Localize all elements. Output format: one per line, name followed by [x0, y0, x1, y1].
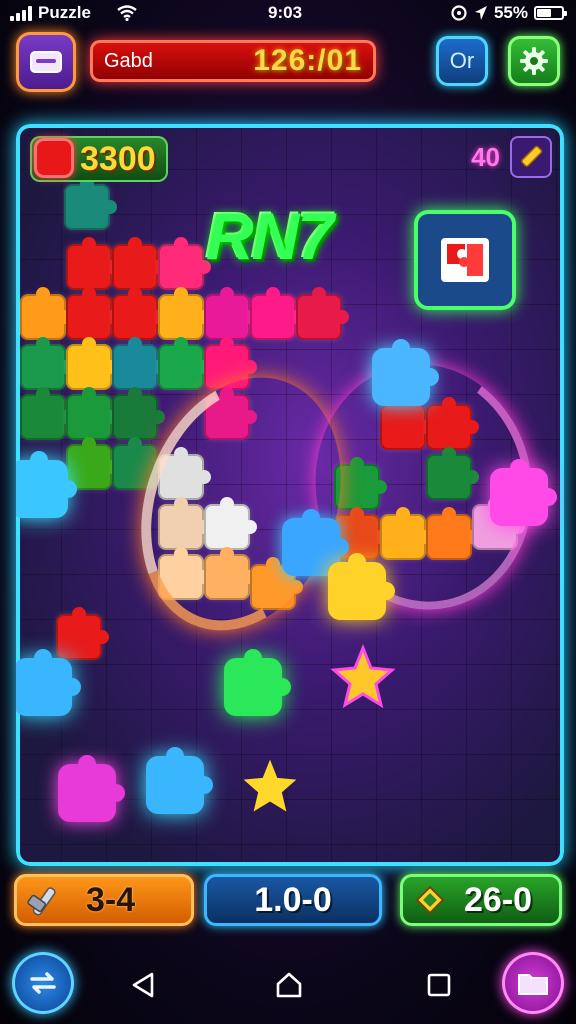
star-piece[interactable] — [330, 644, 396, 710]
puzzle-tile[interactable] — [250, 287, 303, 340]
signal-icon — [10, 5, 32, 21]
back-icon — [132, 972, 154, 998]
loose-piece[interactable] — [224, 649, 291, 716]
battery-icon — [534, 6, 567, 20]
puzzle-tile[interactable] — [20, 387, 73, 440]
folder-icon — [518, 974, 548, 995]
hint-label: Or — [449, 48, 475, 73]
carrier-label: Puzzle — [38, 3, 91, 22]
loose-piece[interactable] — [16, 451, 77, 518]
puzzle-tile[interactable] — [204, 287, 257, 340]
hint-button[interactable]: Or — [436, 36, 488, 86]
puzzle-tile[interactable] — [112, 237, 165, 290]
time-stat: 1.0-0 — [204, 874, 382, 926]
puzzle-piece-icon — [441, 238, 489, 282]
loose-piece[interactable] — [372, 339, 439, 406]
hammer-icon — [22, 878, 66, 922]
gem-value: 26-0 — [464, 880, 533, 919]
gem-icon — [408, 878, 452, 922]
puzzle-tile[interactable] — [66, 337, 119, 390]
puzzle-tile[interactable] — [66, 237, 119, 290]
home-icon — [276, 972, 302, 998]
menu-card-icon — [30, 51, 62, 73]
puzzle-tile[interactable] — [20, 287, 73, 340]
status-bar: Puzzle 9:03 55% — [0, 0, 576, 26]
moves-counter: 40 — [471, 136, 552, 178]
time-value: 1.0-0 — [254, 880, 332, 919]
menu-button[interactable] — [16, 32, 76, 92]
moves-value: 40 — [471, 141, 500, 172]
status-left: Puzzle — [10, 3, 137, 23]
puzzle-board[interactable]: 3300 40 RN7 — [16, 124, 564, 866]
puzzle-tile[interactable] — [66, 387, 119, 440]
level-banner: Gabd 126:/01 — [90, 40, 376, 82]
nav-back-button[interactable] — [128, 970, 158, 1000]
gold-bar-icon — [521, 145, 543, 167]
puzzle-tile[interactable] — [158, 237, 211, 290]
piece-preview[interactable] — [414, 210, 516, 310]
nav-home-button[interactable] — [274, 970, 304, 1000]
coins-value: 3300 — [80, 139, 156, 178]
puzzle-tile[interactable] — [112, 287, 165, 340]
loose-piece[interactable] — [16, 649, 81, 716]
battery-percent: 55% — [493, 3, 528, 22]
hammer-stat[interactable]: 3-4 — [14, 874, 194, 926]
recent-apps-icon — [427, 973, 451, 997]
coins-counter: 3300 — [30, 136, 168, 182]
gold-bar-button[interactable] — [510, 136, 552, 178]
swap-button[interactable] — [12, 952, 74, 1014]
game-screen: Puzzle 9:03 55% Gabd 126:/01 Or 3300 40 … — [0, 0, 576, 1024]
battery-fill — [537, 9, 552, 17]
settings-button[interactable] — [508, 36, 560, 86]
puzzle-tile[interactable] — [66, 287, 119, 340]
puzzle-tile[interactable] — [296, 287, 349, 340]
loose-piece[interactable] — [58, 755, 125, 822]
puzzle-tile[interactable] — [158, 337, 211, 390]
combo-text: RN7 — [206, 199, 334, 273]
puzzle-tile[interactable] — [64, 177, 117, 230]
puzzle-tile[interactable] — [112, 387, 165, 440]
puzzle-tile[interactable] — [20, 337, 73, 390]
nav-recent-button[interactable] — [424, 970, 454, 1000]
banner-value: 126:/01 — [253, 44, 362, 77]
loose-piece[interactable] — [146, 747, 213, 814]
puzzle-tile[interactable] — [158, 287, 211, 340]
sync-icon — [451, 5, 467, 21]
puzzle-tile[interactable] — [56, 607, 109, 660]
wifi-icon — [117, 5, 137, 21]
folder-button[interactable] — [502, 952, 564, 1014]
swap-icon — [30, 972, 56, 994]
star-piece[interactable] — [240, 756, 300, 816]
status-right: 55% — [450, 3, 567, 23]
banner-label: Gabd — [104, 49, 153, 72]
clock: 9:03 — [268, 3, 303, 22]
gear-icon — [520, 47, 548, 75]
loose-piece[interactable] — [328, 553, 395, 620]
puzzle-tile[interactable] — [112, 337, 165, 390]
gem-stat[interactable]: 26-0 — [400, 874, 562, 926]
location-icon — [474, 6, 487, 20]
hammer-value: 3-4 — [86, 880, 136, 919]
ruby-icon — [34, 138, 74, 178]
loose-piece[interactable] — [490, 459, 557, 526]
